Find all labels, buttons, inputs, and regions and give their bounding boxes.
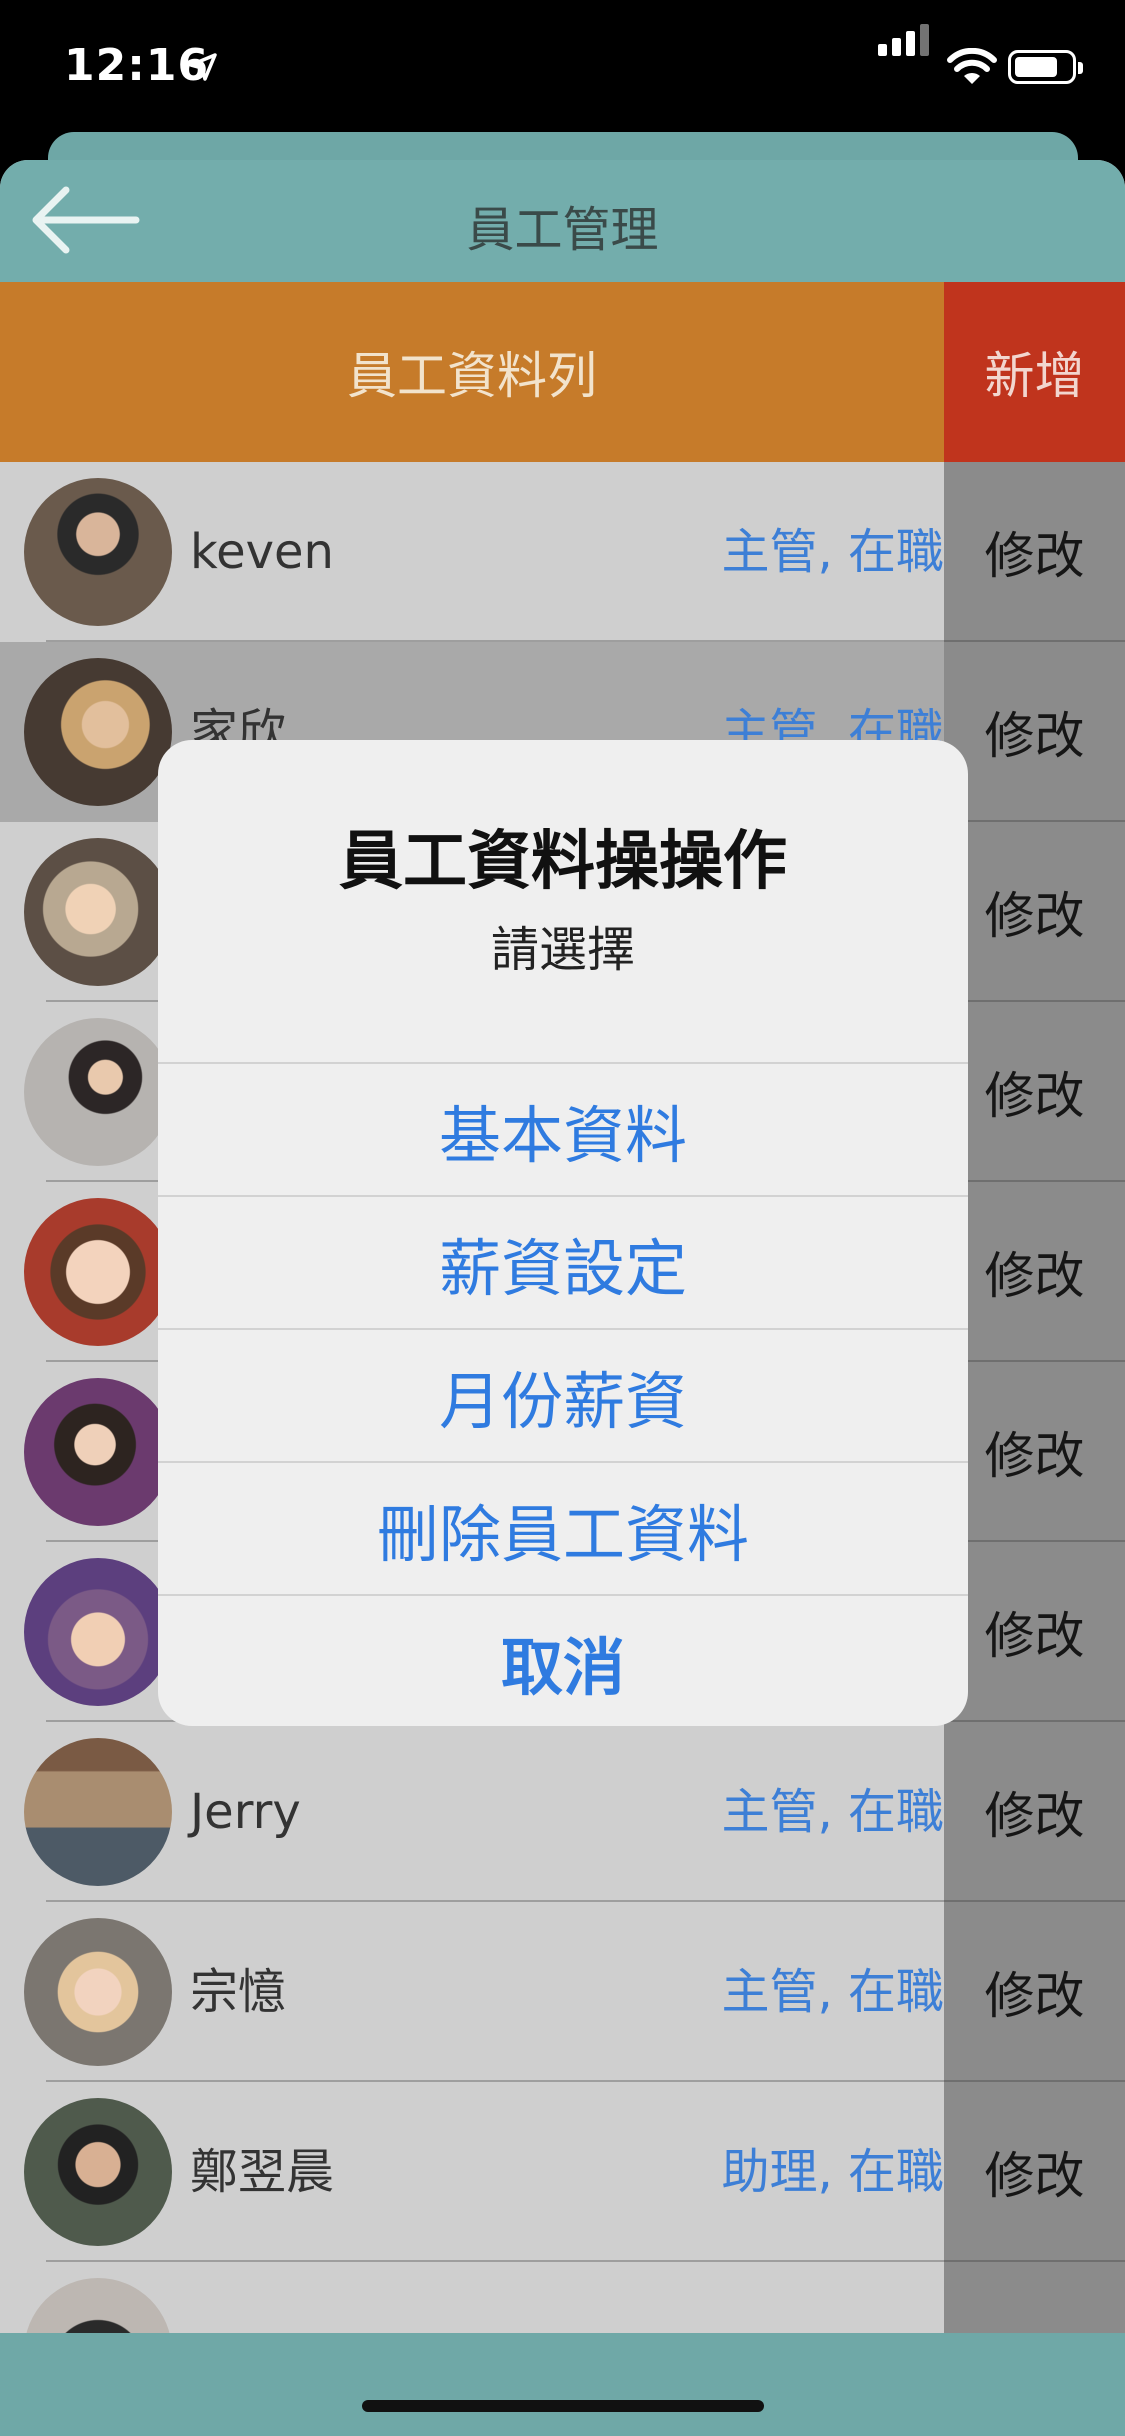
employee-role: 主管, 在職 [721,1964,944,2020]
edit-button[interactable]: 修改 [944,1362,1125,1542]
employee-name: 宗憶 [190,1964,287,2020]
avatar [24,1918,172,2066]
wifi-icon [947,48,997,84]
battery-icon [1008,50,1083,84]
basic-info-button[interactable]: 基本資料 [158,1062,968,1196]
avatar [24,1198,172,1346]
avatar [24,478,172,626]
edit-button[interactable]: 修改 [944,462,1125,642]
edit-button[interactable]: 修改 [944,1002,1125,1182]
employee-row[interactable]: 宗憶 主管, 在職 修改 [0,1902,1125,2082]
edit-button[interactable]: 修改 [944,1182,1125,1362]
employee-row[interactable]: Jerry 主管, 在職 修改 [0,1722,1125,1902]
dialog-title: 員工資料操操作 [339,825,787,899]
list-header-title: 員工資料列 [0,282,944,462]
avatar [24,838,172,986]
edit-button[interactable]: 修改 [944,1722,1125,1902]
employee-name: Jerry [190,1784,301,1840]
add-employee-button[interactable]: 新增 [944,282,1125,462]
page-title: 員工管理 [466,202,659,258]
employee-name: 鄭翌晨 [190,2144,335,2200]
employee-role: 主管, 在職 [721,1784,944,1840]
home-indicator[interactable] [362,2400,764,2412]
avatar [24,2098,172,2246]
nav-bar: 員工管理 [0,160,1125,282]
dialog-subtitle: 請選擇 [490,922,635,978]
delete-employee-button[interactable]: 刪除員工資料 [158,1461,968,1595]
monthly-salary-button[interactable]: 月份薪資 [158,1328,968,1462]
employee-row[interactable]: keven 主管, 在職 修改 [0,462,1125,642]
edit-button[interactable]: 修改 [944,1542,1125,1722]
avatar [24,1018,172,1166]
avatar [24,1378,172,1526]
employee-role: 助理, 在職 [721,2144,944,2200]
location-arrow-icon [189,53,217,81]
employee-row[interactable]: 鄭翌晨 助理, 在職 修改 [0,2082,1125,2262]
employee-name: keven [190,524,334,580]
action-sheet-dialog: 員工資料操操作 請選擇 基本資料 薪資設定 月份薪資 刪除員工資料 取消 [158,740,968,1726]
avatar [24,1558,172,1706]
edit-button[interactable]: 修改 [944,822,1125,1002]
list-header: 員工資料列 新增 [0,282,1125,462]
edit-button[interactable]: 修改 [944,1902,1125,2082]
salary-settings-button[interactable]: 薪資設定 [158,1195,968,1329]
cancel-button[interactable]: 取消 [158,1594,968,1726]
bottom-bar [0,2333,1125,2436]
edit-button[interactable]: 修改 [944,642,1125,822]
avatar [24,658,172,806]
edit-button[interactable]: 修改 [944,2082,1125,2262]
employee-role: 主管, 在職 [721,524,944,580]
avatar [24,1738,172,1886]
status-bar: 12:16 [0,0,1125,140]
